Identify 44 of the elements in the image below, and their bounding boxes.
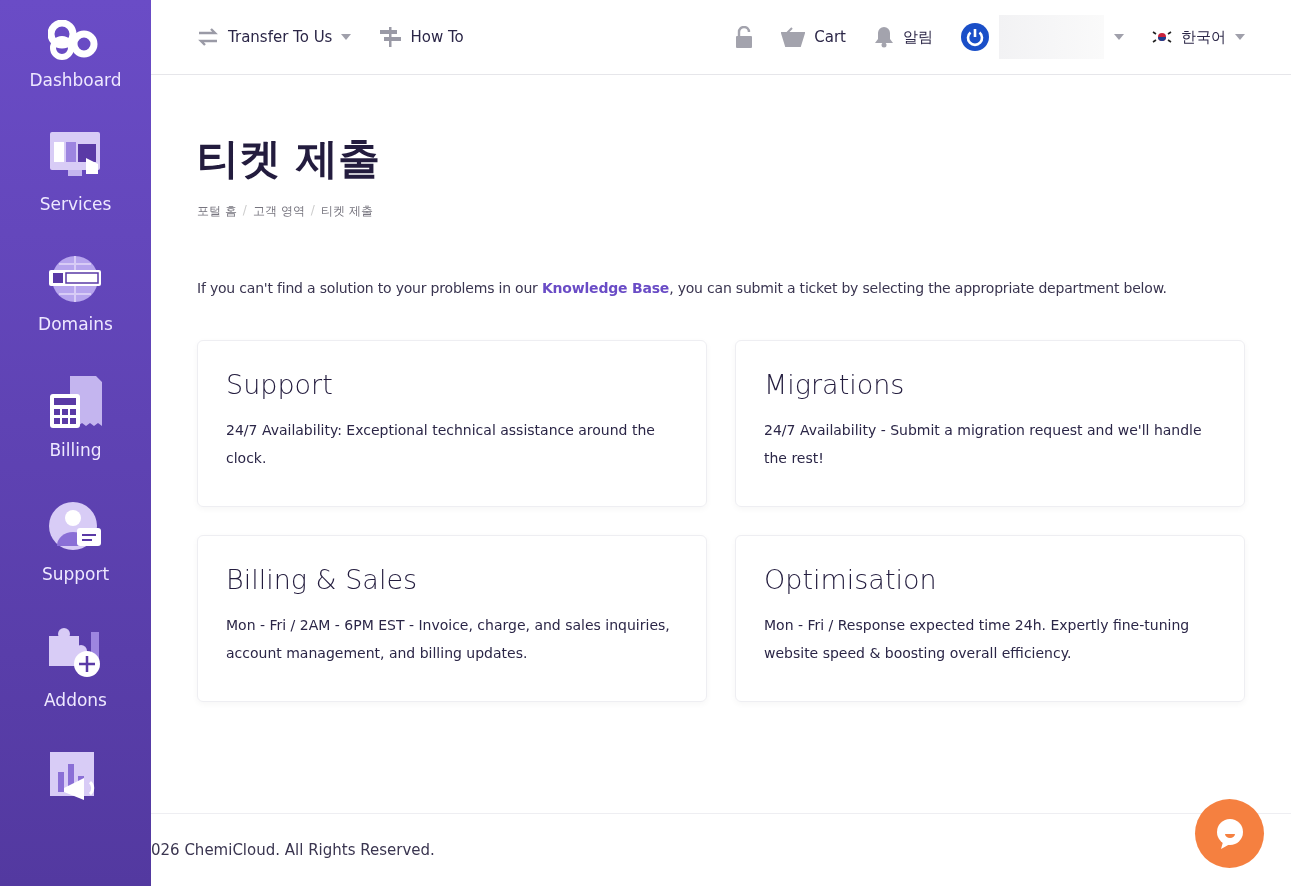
sidebar-item[interactable]: Dashboard [29, 20, 122, 90]
nav-link[interactable]: Cart [781, 27, 846, 47]
breadcrumb-item[interactable]: 고객 영역 [252, 203, 305, 220]
intro-text: If you can't find a solution to your problems in our Knowledge Base, you can submit a ticket by selecting the appropriate department below. [197, 280, 1168, 296]
breadcrumb-separator: / [310, 203, 315, 219]
department-description: Mon - Fri / 2AM - 6PM EST - Invoice, charge, and sales inquiries, account management, and billing updates. [226, 616, 671, 663]
department-description: 24/7 Availability - Submit a migration request and we'll handle the rest! [764, 421, 1203, 468]
chat-bubble-icon [1214, 817, 1245, 850]
bell-icon [874, 26, 894, 48]
transfer-icon [197, 28, 219, 46]
sidebar-item[interactable]: Domains [38, 254, 113, 334]
sidebar-item[interactable]: Billing [47, 374, 104, 460]
calculator-receipt-icon [47, 374, 104, 430]
department-card[interactable]: Support 24/7 Availability: Exceptional technical assistance around the clock. [197, 340, 707, 507]
breadcrumb-separator: / [242, 203, 247, 219]
department-card[interactable]: Optimisation Mon - Fri / Response expected time 24h. Expertly fine-tuning website speed & boosting overall efficiency. [735, 535, 1245, 702]
caret-icon [1114, 34, 1124, 40]
department-name: Optimisation [764, 564, 938, 595]
department-description: Mon - Fri / Response expected time 24h. Expertly fine-tuning website speed & boosting overall efficiency. [764, 616, 1191, 663]
department-card[interactable]: Billing & Sales Mon - Fri / 2AM - 6PM EST - Invoice, charge, and sales inquiries, account management, and billing updates. [197, 535, 707, 702]
flag-icon [1152, 29, 1172, 45]
caret-icon [341, 34, 352, 40]
sidebar-item[interactable]: Support [41, 500, 110, 584]
department-name: Migrations [764, 369, 906, 400]
department-name: Billing & Sales [226, 564, 419, 595]
language-selector[interactable]: 한국어 [1152, 27, 1245, 47]
department-name: Support [226, 369, 334, 400]
copyright-text: 026 ChemiCloud. All Rights Reserved. [151, 841, 435, 859]
nav-link[interactable]: 알림 [874, 26, 933, 48]
user-menu[interactable] [961, 15, 1124, 59]
breadcrumb-item[interactable]: 포털 홈 [197, 203, 237, 220]
nav-link[interactable]: Transfer To Us [197, 28, 352, 46]
page-title: 티켓 제출 [197, 133, 381, 185]
basket-icon [781, 27, 806, 47]
power-icon [961, 23, 989, 51]
nav-link[interactable]: How To [379, 26, 464, 48]
breadcrumb-item[interactable]: 티켓 제출 [320, 203, 373, 220]
signpost-icon [379, 26, 402, 48]
globe-icon [47, 254, 104, 304]
department-description: 24/7 Availability: Exceptional technical assistance around the clock. [226, 421, 656, 468]
caret-icon [1235, 34, 1245, 40]
sidebar-item[interactable]: Addons [44, 624, 107, 710]
department-card[interactable]: Migrations 24/7 Availability - Submit a migration request and we'll handle the rest! [735, 340, 1245, 507]
sidebar-item[interactable]: Services [39, 130, 112, 214]
